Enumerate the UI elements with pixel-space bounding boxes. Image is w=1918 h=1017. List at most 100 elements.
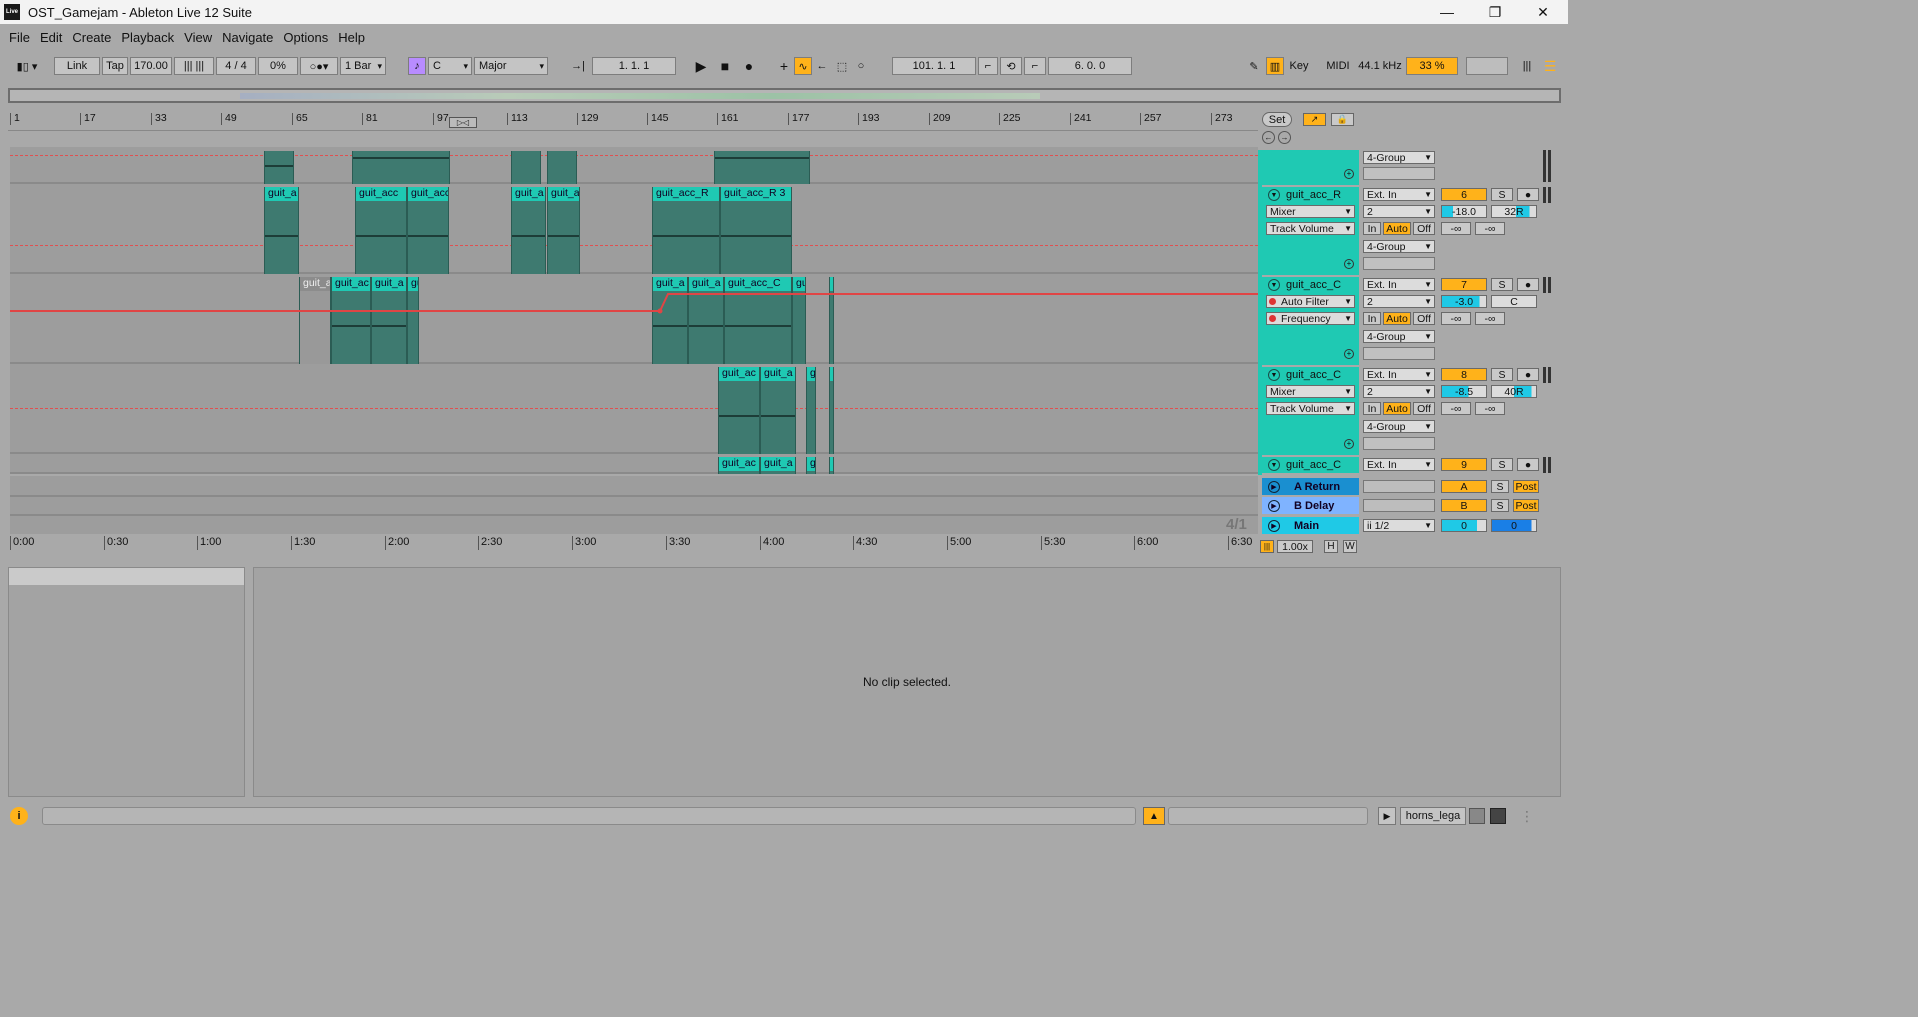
fold-icon[interactable]: ▶: [1268, 499, 1280, 512]
follow-icon[interactable]: →|: [566, 57, 590, 75]
clip[interactable]: guit_a: [264, 187, 299, 274]
menu-file[interactable]: File: [4, 30, 35, 45]
more-icon[interactable]: ⋮: [1520, 808, 1538, 824]
menu-edit[interactable]: Edit: [35, 30, 67, 45]
overdub-icon[interactable]: +: [776, 57, 792, 75]
arm-record-icon[interactable]: ●: [1517, 188, 1539, 201]
add-device-icon[interactable]: +: [1344, 169, 1354, 179]
track-number-button[interactable]: 7: [1441, 278, 1487, 291]
clip-view-icon[interactable]: [1469, 808, 1485, 824]
return-lanes[interactable]: 4/1: [10, 476, 1258, 534]
device-chooser[interactable]: Mixer: [1266, 205, 1355, 218]
menu-playback[interactable]: Playback: [116, 30, 179, 45]
close-button[interactable]: ✕: [1520, 0, 1566, 24]
record-icon[interactable]: ●: [740, 57, 758, 75]
add-device-icon[interactable]: +: [1344, 259, 1354, 269]
w-button[interactable]: W: [1343, 540, 1357, 553]
fold-icon[interactable]: ▶: [1268, 480, 1280, 493]
input-type-dropdown[interactable]: Ext. In: [1363, 278, 1435, 291]
prev-locator-icon[interactable]: ←: [1262, 131, 1275, 144]
volume-field[interactable]: -8.5: [1441, 385, 1487, 398]
return-b-button[interactable]: B: [1441, 499, 1487, 512]
lock-icon[interactable]: 🔒: [1331, 113, 1354, 126]
tempo-field[interactable]: 170.00: [130, 57, 172, 75]
meter-icon[interactable]: |||: [1518, 57, 1536, 75]
arrangement-view[interactable]: guit_a guit_acc guit_acc guit_a guit_a g…: [10, 147, 1258, 474]
track-header-guit-acc-r[interactable]: ▼ guit_acc_R: [1262, 187, 1359, 203]
track-header-guit-acc-c-3[interactable]: ▼ guit_acc_C: [1262, 457, 1359, 473]
clip[interactable]: guit_a: [547, 187, 580, 274]
device-chooser[interactable]: Auto Filter: [1266, 295, 1355, 308]
menu-navigate[interactable]: Navigate: [217, 30, 278, 45]
monitor-in-button[interactable]: In: [1363, 402, 1381, 415]
menu-view[interactable]: View: [179, 30, 217, 45]
solo-button[interactable]: S: [1491, 499, 1509, 512]
track-header-guit-acc-c-2[interactable]: ▼ guit_acc_C: [1262, 367, 1359, 383]
fold-icon[interactable]: ▼: [1268, 369, 1280, 381]
play-icon[interactable]: ▶: [692, 57, 710, 75]
clip[interactable]: guit_a: [760, 457, 796, 474]
parameter-chooser[interactable]: Track Volume: [1266, 402, 1355, 415]
output-channel-slot[interactable]: [1363, 347, 1435, 360]
arrangement-overview[interactable]: [8, 88, 1561, 103]
session-record-icon[interactable]: ○: [852, 57, 870, 75]
volume-field[interactable]: -3.0: [1441, 295, 1487, 308]
link-button[interactable]: Link: [54, 57, 100, 75]
menu-create[interactable]: Create: [67, 30, 116, 45]
clip[interactable]: guit_acc_R: [652, 187, 720, 274]
capture-icon[interactable]: ⬚: [834, 57, 850, 75]
input-channel-dropdown[interactable]: 2: [1363, 295, 1435, 308]
track-lane-group[interactable]: [10, 147, 1258, 184]
time-ruler[interactable]: 0:00 0:30 1:00 1:30 2:00 2:30 3:00 3:30 …: [10, 536, 1258, 552]
fold-icon[interactable]: ▼: [1268, 459, 1280, 471]
nudge-icon[interactable]: ||| |||: [174, 57, 214, 75]
solo-button[interactable]: S: [1491, 368, 1513, 381]
solo-button[interactable]: S: [1491, 458, 1513, 471]
time-signature-field[interactable]: 4 / 4: [216, 57, 256, 75]
computer-keyboard-icon[interactable]: ▥: [1266, 57, 1284, 75]
post-button[interactable]: Post: [1513, 499, 1539, 512]
clip[interactable]: [714, 151, 810, 184]
output-channel-slot[interactable]: [1363, 437, 1435, 450]
scale-mode-icon[interactable]: ♪: [408, 57, 426, 75]
clip[interactable]: guit_a: [511, 187, 546, 274]
monitor-off-button[interactable]: Off: [1413, 402, 1435, 415]
punch-out-icon[interactable]: ⌐: [1024, 57, 1046, 75]
track-number-button[interactable]: 8: [1441, 368, 1487, 381]
fold-icon[interactable]: ▶: [1268, 519, 1280, 532]
monitor-off-button[interactable]: Off: [1413, 222, 1435, 235]
waveform-zoom-icon[interactable]: |||: [1260, 540, 1274, 553]
clip[interactable]: g: [829, 367, 834, 454]
main-track-header[interactable]: ▶ Main: [1262, 517, 1359, 534]
group-output-dropdown[interactable]: 4-Group: [1363, 151, 1435, 164]
solo-button[interactable]: S: [1491, 480, 1509, 493]
input-type-dropdown[interactable]: Ext. In: [1363, 188, 1435, 201]
return-track-a-header[interactable]: ▶ A Return: [1262, 478, 1359, 495]
pan-field[interactable]: 40R: [1491, 385, 1537, 398]
info-icon[interactable]: i: [10, 807, 28, 825]
quantize-dropdown[interactable]: 1 Bar: [340, 57, 386, 75]
clip[interactable]: guit_acc: [407, 187, 449, 274]
minimize-button[interactable]: —: [1424, 0, 1470, 24]
track-number-button[interactable]: 6: [1441, 188, 1487, 201]
monitor-auto-button[interactable]: Auto: [1383, 402, 1411, 415]
track-number-button[interactable]: 9: [1441, 458, 1487, 471]
post-button[interactable]: Post: [1513, 480, 1539, 493]
beat-ruler[interactable]: 1 17 33 49 65 81 97 113 129 145 161 177 …: [8, 113, 1258, 131]
monitor-auto-button[interactable]: Auto: [1383, 312, 1411, 325]
input-channel-dropdown[interactable]: 2: [1363, 385, 1435, 398]
monitor-off-button[interactable]: Off: [1413, 312, 1435, 325]
track-header-guit-acc-c-1[interactable]: ▼ guit_acc_C: [1262, 277, 1359, 293]
arrangement-position-field[interactable]: 1. 1. 1: [592, 57, 676, 75]
key-root-dropdown[interactable]: C: [428, 57, 472, 75]
midi-map-button[interactable]: MIDI: [1322, 57, 1354, 75]
arm-record-icon[interactable]: ●: [1517, 278, 1539, 291]
clip[interactable]: g: [829, 457, 834, 474]
device-view-icon[interactable]: [1490, 808, 1506, 824]
hamburger-menu-icon[interactable]: ☰: [1540, 57, 1560, 75]
scale-dropdown[interactable]: Major: [474, 57, 548, 75]
group-input-slot[interactable]: [1363, 167, 1435, 180]
arm-record-icon[interactable]: ●: [1517, 458, 1539, 471]
loop-brace-icon[interactable]: ▷◁: [449, 117, 477, 128]
main-volume-field[interactable]: 0: [1441, 519, 1487, 532]
